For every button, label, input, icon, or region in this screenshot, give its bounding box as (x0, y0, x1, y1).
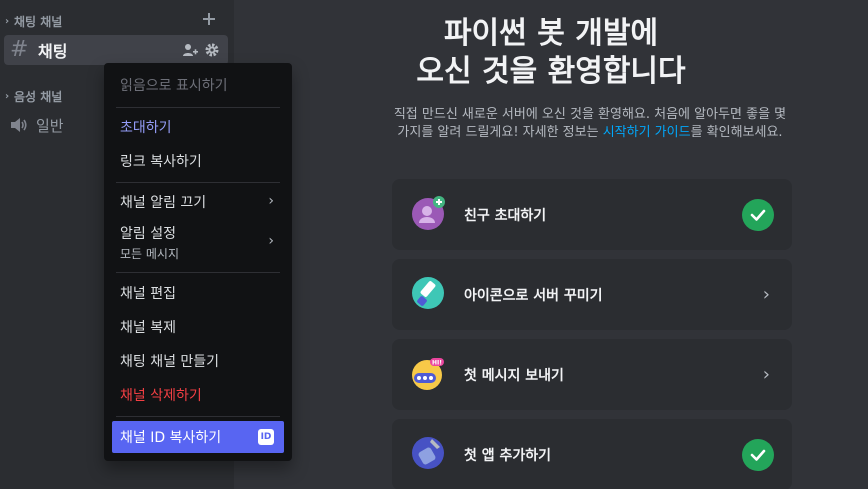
invite-friends-icon (412, 196, 445, 230)
channel-item-voice-general[interactable]: 일반 (8, 112, 64, 138)
menu-label: 알림 설정 (120, 225, 176, 242)
category-label: 음성 채널 (14, 90, 63, 104)
channel-name: 채팅 (38, 42, 68, 61)
invite-member-icon[interactable] (182, 42, 198, 58)
category-text-channels[interactable]: › 채팅 채널 (2, 13, 62, 30)
card-send-first-message[interactable]: HI! 첫 메시지 보내기 › (392, 339, 792, 410)
getting-started-link[interactable]: 시작하기 가이드 (603, 125, 691, 140)
chevron-right-icon: › (4, 16, 10, 27)
welcome-title: 파이썬 봇 개발에 오신 것을 환영합니다 (234, 15, 868, 91)
menu-mute-channel[interactable]: 채널 알림 끄기 › (112, 186, 284, 218)
menu-copy-link[interactable]: 링크 복사하기 (112, 145, 284, 177)
menu-copy-channel-id[interactable]: 채널 ID 복사하기 ID (112, 421, 284, 453)
menu-create-text-channel[interactable]: 채팅 채널 만들기 (112, 345, 284, 377)
svg-text:HI!: HI! (432, 360, 442, 367)
welcome-area: 파이썬 봇 개발에 오신 것을 환영합니다 직접 만드신 새로운 서버에 오신 … (234, 0, 868, 489)
card-label: 친구 초대하기 (464, 207, 547, 224)
hash-icon: # (10, 37, 29, 62)
menu-divider (116, 416, 280, 417)
menu-divider (116, 182, 280, 183)
channel-item-chat[interactable]: # 채팅 (4, 35, 228, 65)
menu-label: 채널 알림 끄기 (120, 195, 207, 211)
category-label: 채팅 채널 (14, 15, 63, 29)
id-badge-icon: ID (258, 429, 274, 445)
paintbrush-icon (412, 277, 444, 309)
welcome-title-line2: 오신 것을 환영합니다 (416, 54, 686, 89)
check-icon (742, 439, 774, 471)
desc-text: 를 확인해보세요. (690, 125, 783, 140)
card-invite-friends[interactable]: 친구 초대하기 (392, 179, 792, 250)
card-customize-server[interactable]: 아이콘으로 서버 꾸미기 › (392, 259, 792, 330)
gear-icon[interactable] (204, 42, 220, 58)
message-bubble-icon: HI! (412, 358, 444, 390)
channel-actions (182, 42, 220, 58)
menu-divider (116, 272, 280, 273)
card-add-first-app[interactable]: 첫 앱 추가하기 (392, 419, 792, 489)
menu-label: 채널 ID 복사하기 (120, 430, 222, 446)
menu-delete-channel[interactable]: 채널 삭제하기 (112, 379, 284, 411)
category-voice-channels[interactable]: › 음성 채널 (2, 88, 62, 105)
welcome-description: 직접 만드신 새로운 서버에 오신 것을 환영해요. 처음에 알아두면 좋을 몇… (390, 106, 790, 142)
add-channel-icon[interactable] (202, 12, 216, 26)
menu-duplicate-channel[interactable]: 채널 복제 (112, 311, 284, 343)
speaker-icon (11, 118, 27, 132)
wrench-app-icon (412, 437, 444, 469)
chevron-right-icon: › (268, 233, 274, 249)
chevron-right-icon: › (762, 364, 770, 385)
card-label: 첫 앱 추가하기 (464, 447, 552, 464)
menu-divider (116, 107, 280, 108)
channel-name: 일반 (36, 116, 64, 135)
chevron-right-icon: › (762, 284, 770, 305)
menu-mark-as-read[interactable]: 읽음으로 표시하기 (112, 69, 284, 101)
chevron-right-icon: › (268, 193, 274, 209)
card-label: 아이콘으로 서버 꾸미기 (464, 287, 603, 304)
channel-context-menu: 읽음으로 표시하기 초대하기 링크 복사하기 채널 알림 끄기 › 알림 설정 … (104, 63, 292, 461)
menu-notification-settings[interactable]: 알림 설정 모든 메시지 › (112, 220, 284, 264)
menu-sublabel: 모든 메시지 (120, 246, 180, 261)
chevron-right-icon: › (4, 91, 10, 102)
menu-invite[interactable]: 초대하기 (112, 111, 284, 143)
menu-edit-channel[interactable]: 채널 편집 (112, 277, 284, 309)
check-icon (742, 199, 774, 231)
welcome-title-line1: 파이썬 봇 개발에 (443, 16, 659, 51)
card-label: 첫 메시지 보내기 (464, 367, 564, 384)
